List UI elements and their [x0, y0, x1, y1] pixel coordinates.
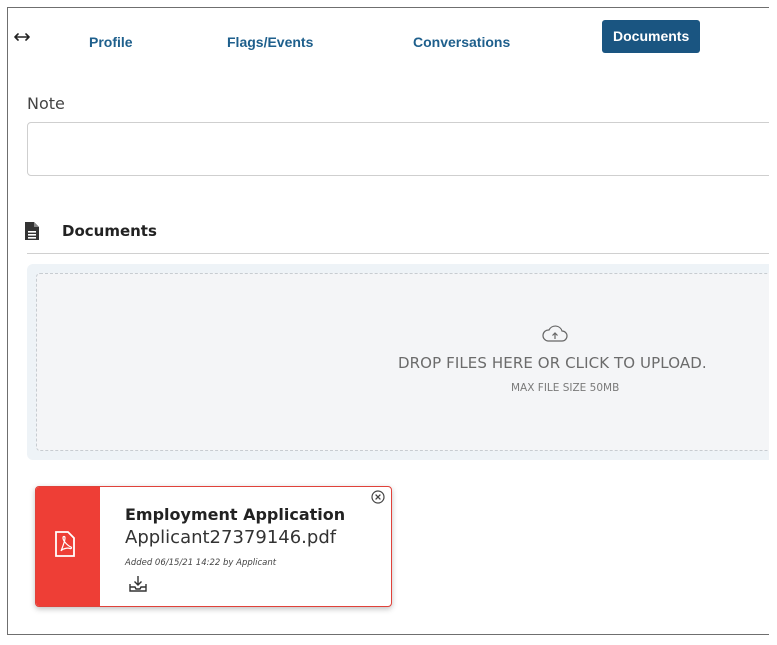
tab-profile[interactable]: Profile	[89, 34, 133, 50]
tab-documents[interactable]: Documents	[602, 20, 701, 53]
cloud-upload-icon	[542, 325, 568, 342]
file-card-accent	[36, 487, 100, 606]
file-name[interactable]: Applicant27379146.pdf	[125, 527, 336, 548]
file-card[interactable]: Employment Application Applicant27379146…	[35, 486, 392, 607]
dropzone-max-size: MAX FILE SIZE 50MB	[511, 382, 620, 394]
divider	[27, 253, 769, 254]
tab-bar: Profile Flags/Events Conversations Docum…	[8, 8, 769, 58]
note-label: Note	[27, 94, 65, 113]
pdf-file-icon	[55, 531, 75, 557]
tab-conversations[interactable]: Conversations	[413, 34, 510, 50]
file-text-icon	[25, 222, 39, 240]
file-type-label: Employment Application	[125, 505, 346, 524]
documents-section-title: Documents	[62, 222, 157, 240]
tab-flags-events[interactable]: Flags/Events	[227, 34, 313, 50]
documents-panel: Profile Flags/Events Conversations Docum…	[7, 7, 769, 635]
file-meta: Added 06/15/21 14:22 by Applicant	[125, 558, 277, 568]
dropzone-message: DROP FILES HERE OR CLICK TO UPLOAD.	[398, 354, 707, 372]
remove-file-icon[interactable]	[371, 490, 385, 504]
expand-horizontal-icon[interactable]	[14, 32, 30, 42]
note-input[interactable]	[27, 122, 769, 176]
download-icon[interactable]	[128, 575, 148, 593]
